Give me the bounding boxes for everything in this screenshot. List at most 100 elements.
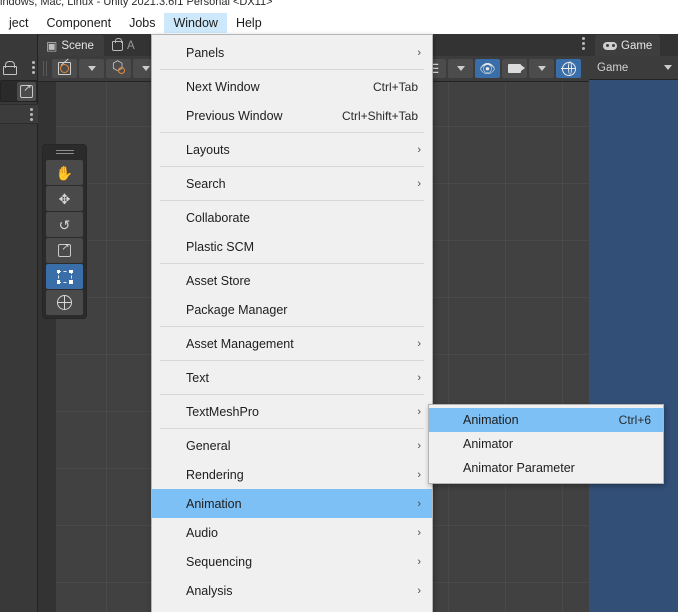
scene-gizmos-toggle[interactable]	[556, 59, 581, 78]
chevron-right-icon: ›	[417, 337, 421, 350]
menu-separator	[160, 326, 424, 327]
animation-submenu: Animation Ctrl+6 Animator Animator Param…	[428, 404, 664, 484]
menu-item-label: Plastic SCM	[186, 239, 255, 254]
scene-visibility-toggle[interactable]: 👁	[475, 59, 500, 78]
gizmos-globe-icon	[561, 61, 576, 76]
menu-item-2d[interactable]: 2D ›	[152, 605, 432, 612]
chevron-right-icon: ›	[417, 405, 421, 418]
menu-item-panels[interactable]: Panels ›	[152, 38, 432, 67]
window-title: indows, Mac, Linux - Unity 2021.3.6f1 Pe…	[0, 0, 273, 8]
hand-tool-button[interactable]: ✋	[46, 160, 83, 185]
tab-game[interactable]: Game	[595, 35, 661, 56]
scene-2d-dropdown[interactable]	[79, 59, 104, 78]
game-tab-row: Game	[589, 34, 678, 56]
scene-shading-mode-button[interactable]	[106, 59, 131, 78]
scale-tool-button[interactable]	[46, 238, 83, 263]
left-panel-header	[0, 56, 38, 78]
submenu-item-label: Animation	[463, 413, 519, 427]
expand-icon[interactable]	[17, 82, 36, 101]
menu-separator	[160, 428, 424, 429]
menu-item-asset-store[interactable]: Asset Store	[152, 266, 432, 295]
menubar-item-help[interactable]: Help	[227, 13, 271, 33]
submenu-item-animation[interactable]: Animation Ctrl+6	[429, 408, 663, 432]
chevron-right-icon: ›	[417, 371, 421, 384]
menu-item-label: General	[186, 438, 231, 453]
chevron-right-icon: ›	[417, 177, 421, 190]
menu-item-rendering[interactable]: Rendering ›	[152, 460, 432, 489]
window-title-bar: indows, Mac, Linux - Unity 2021.3.6f1 Pe…	[0, 0, 678, 12]
menu-separator	[160, 360, 424, 361]
lock-icon[interactable]	[3, 61, 17, 75]
menubar-item-window[interactable]: Window	[164, 13, 227, 33]
menu-item-label: Package Manager	[186, 302, 288, 317]
left-panel-search-field[interactable]	[0, 80, 38, 102]
menu-item-previous-window[interactable]: Previous Window Ctrl+Shift+Tab	[152, 101, 432, 130]
menubar-item-project[interactable]: ject	[0, 13, 37, 33]
submenu-item-animator[interactable]: Animator	[429, 432, 663, 456]
window-dropdown-menu: Panels › Next Window Ctrl+Tab Previous W…	[151, 34, 433, 612]
menu-item-plastic-scm[interactable]: Plastic SCM	[152, 232, 432, 261]
scale-icon	[58, 241, 72, 257]
move-tool-button[interactable]: ✥	[46, 186, 83, 211]
rect-tool-button[interactable]	[46, 264, 83, 289]
transform-tool-button[interactable]	[46, 290, 83, 315]
left-panel-column	[0, 34, 38, 612]
chevron-right-icon: ›	[417, 46, 421, 59]
menu-item-general[interactable]: General ›	[152, 431, 432, 460]
submenu-item-animator-parameter[interactable]: Animator Parameter	[429, 456, 663, 480]
menu-item-audio[interactable]: Audio ›	[152, 518, 432, 547]
menu-item-shortcut: Ctrl+Shift+Tab	[341, 108, 418, 123]
tab-scene[interactable]: ▣ Scene	[38, 35, 104, 56]
game-view[interactable]	[589, 80, 678, 612]
menu-item-search[interactable]: Search ›	[152, 169, 432, 198]
transform-icon	[56, 294, 72, 310]
scene-panel-menu-icon[interactable]	[582, 37, 585, 50]
scene-2d-toggle-button[interactable]	[52, 59, 77, 78]
menu-item-layouts[interactable]: Layouts ›	[152, 135, 432, 164]
menu-item-label: Audio	[186, 525, 218, 540]
rotate-tool-button[interactable]: ↺	[46, 212, 83, 237]
panel-options-icon[interactable]	[32, 60, 35, 74]
chevron-down-icon	[537, 66, 546, 71]
menu-separator	[160, 200, 424, 201]
chevron-right-icon: ›	[417, 468, 421, 481]
menu-item-next-window[interactable]: Next Window Ctrl+Tab	[152, 72, 432, 101]
menu-item-analysis[interactable]: Analysis ›	[152, 576, 432, 605]
menu-item-label: Text	[186, 370, 209, 385]
menubar-item-jobs[interactable]: Jobs	[120, 13, 164, 33]
chevron-right-icon: ›	[417, 497, 421, 510]
chevron-down-icon	[141, 66, 150, 71]
tab-game-label: Game	[621, 39, 653, 52]
menu-item-sequencing[interactable]: Sequencing ›	[152, 547, 432, 576]
chevron-right-icon: ›	[417, 584, 421, 597]
menu-item-asset-management[interactable]: Asset Management ›	[152, 329, 432, 358]
rotate-icon: ↺	[58, 216, 71, 233]
hand-icon: ✋	[55, 164, 74, 181]
menubar-item-component[interactable]: Component	[37, 13, 120, 33]
menu-item-textmeshpro[interactable]: TextMeshPro ›	[152, 397, 432, 426]
menu-item-label: Previous Window	[186, 108, 283, 123]
scene-lighting-dropdown[interactable]	[448, 59, 473, 78]
submenu-item-shortcut: Ctrl+6	[618, 413, 651, 427]
tab-asset-store[interactable]: A	[104, 35, 145, 56]
camera-icon	[508, 64, 525, 73]
panel-context-menu-icon[interactable]	[30, 107, 33, 121]
menu-separator	[160, 394, 424, 395]
tool-palette-drag-handle[interactable]	[43, 145, 86, 159]
game-panel: Game Game	[589, 34, 678, 612]
menu-item-text[interactable]: Text ›	[152, 363, 432, 392]
game-display-dropdown-label[interactable]: Game	[597, 62, 628, 74]
menu-item-package-manager[interactable]: Package Manager	[152, 295, 432, 324]
game-toolbar: Game	[589, 56, 678, 80]
menu-item-animation[interactable]: Animation ›	[152, 489, 432, 518]
open-in-new-icon	[20, 82, 34, 98]
chevron-right-icon: ›	[417, 439, 421, 452]
menu-item-label: Animation	[186, 496, 242, 511]
menu-bar: ject Component Jobs Window Help	[0, 12, 678, 34]
scene-camera-button[interactable]	[502, 59, 527, 78]
menu-separator	[160, 166, 424, 167]
grid-icon: ▣	[46, 38, 58, 53]
menu-item-collaborate[interactable]: Collaborate	[152, 203, 432, 232]
chevron-down-icon[interactable]	[664, 65, 672, 70]
scene-camera-dropdown[interactable]	[529, 59, 554, 78]
